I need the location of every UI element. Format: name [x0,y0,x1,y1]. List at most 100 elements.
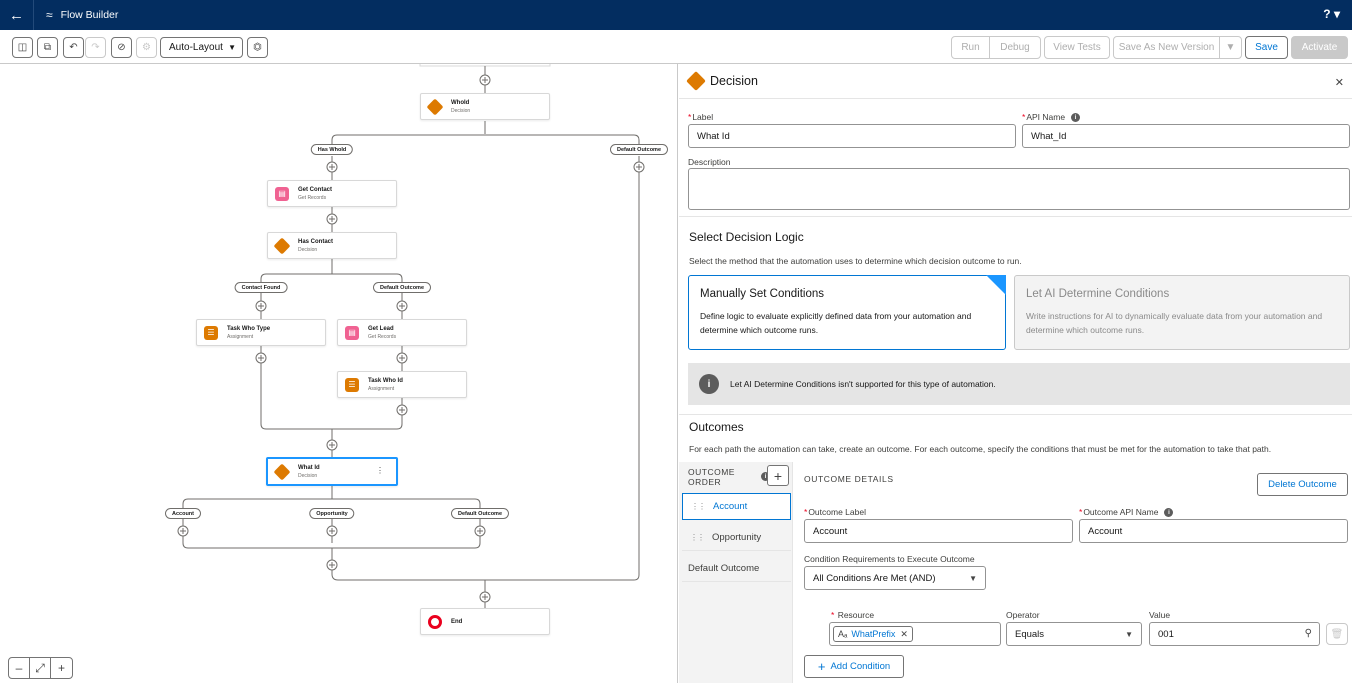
chevron-down-icon: ▼ [1125,630,1133,639]
outcome-order-list: OUTCOME ORDER i + ⋮⋮ Account ⋮⋮ Opportunit… [679,462,793,683]
node-title: Task Who Type [227,325,271,332]
notice-text: Let AI Determine Conditions isn't suppor… [730,379,996,389]
close-icon[interactable]: ✕ [1335,76,1344,89]
node-task-who-id[interactable]: ☰ Task Who Id Assignment [337,371,467,398]
node-get-lead[interactable]: ▤ Get Lead Get Records [337,319,467,346]
info-icon[interactable]: i [1164,508,1174,518]
outcome-item-account[interactable]: ⋮⋮ Account [682,493,791,520]
chevron-down-icon: ▼ [228,43,236,52]
layout-select[interactable]: Auto-Layout ▼ [160,37,243,58]
node-title: Task Who Id [368,377,403,384]
node-title: What Id [298,464,320,471]
branch-label: Default Outcome [372,282,432,293]
node-has-contact[interactable]: Has Contact Decision [267,232,397,259]
fit-view-icon[interactable]: ⤢ [30,658,51,678]
debug-button[interactable]: Debug [989,36,1041,59]
api-name-input[interactable]: What_Id [1022,124,1350,148]
zoom-controls: – ⤢ + [8,657,73,679]
card-title: Manually Set Conditions [700,288,825,300]
panel-title: Decision [710,74,758,88]
search-icon[interactable]: ⚲ [1305,628,1312,639]
zoom-in-icon[interactable]: + [51,658,72,678]
label-input[interactable]: What Id [688,124,1016,148]
help-menu[interactable]: ? ▾ [1323,7,1340,21]
settings-icon[interactable]: ⚙ [136,37,157,58]
resource-input[interactable]: Aₐ WhatPrefix ✕ [829,622,1001,646]
run-button[interactable]: Run [951,36,990,59]
node-what-id[interactable]: What Id Decision ⋮ [266,457,398,486]
undo-icon[interactable]: ↶ [63,37,84,58]
selected-corner [986,275,1006,295]
end-icon [428,614,442,629]
outcome-label-label: *Outcome Label [804,507,866,517]
node-type: Decision [451,107,471,114]
back-arrow-icon[interactable]: ← [0,0,34,30]
resource-chip[interactable]: Aₐ WhatPrefix ✕ [833,626,913,642]
node-title: End [451,618,463,625]
outcome-label-input[interactable]: Account [804,519,1073,543]
node-get-contact[interactable]: ▤ Get Contact Get Records [267,180,397,207]
outcome-order-header: OUTCOME ORDER [688,467,735,487]
chevron-down-icon: ▼ [969,574,977,583]
decision-icon [686,71,706,91]
description-textarea[interactable] [688,168,1350,210]
activate-button[interactable]: Activate [1291,36,1348,59]
remove-icon[interactable]: ✕ [900,629,908,640]
drag-handle-icon[interactable]: ⋮⋮ [690,533,705,542]
manual-conditions-card[interactable]: Manually Set Conditions Define logic to … [688,275,1006,350]
info-icon[interactable]: i [1071,113,1081,123]
outcome-api-name-input[interactable]: Account [1079,519,1348,543]
save-menu-chevron-icon[interactable]: ▼ [1219,36,1242,59]
save-as-new-version-button[interactable]: Save As New Version [1113,36,1220,59]
get-records-icon: ▤ [275,186,289,201]
decision-logic-title: Select Decision Logic [689,230,804,244]
branch-label: Has WhoId [310,144,354,155]
api-name-field-label: *API Name i [1022,112,1081,123]
text-type-icon: Aₐ [838,629,848,639]
redo-icon[interactable]: ↷ [85,37,106,58]
add-outcome-button[interactable]: + [767,465,789,486]
outcomes-description: For each path the automation can take, c… [689,444,1272,454]
value-label: Value [1149,610,1171,620]
outcomes-title: Outcomes [689,420,744,434]
node-task-who-type[interactable]: ☰ Task Who Type Assignment [196,319,326,346]
node-whoid[interactable]: WhoId Decision [420,93,550,120]
divider [679,216,1352,217]
label-field-label: *Label [688,112,714,122]
flow-canvas[interactable]: WhoId Decision ▤ Get Contact Get Records H… [0,64,678,683]
zoom-out-icon[interactable]: – [9,658,30,678]
panel-header: Decision ✕ [679,64,1352,99]
node-type: Decision [298,472,318,479]
node-menu-icon[interactable]: ⋮ [376,466,384,475]
info-icon: i [699,374,719,394]
description-label: Description [688,157,731,167]
node-type: Assignment [227,333,254,340]
drag-handle-icon[interactable]: ⋮⋮ [691,502,706,511]
value-input[interactable]: 001 ⚲ [1149,622,1320,646]
ai-not-supported-notice: i Let AI Determine Conditions isn't supp… [688,363,1350,405]
copy-icon[interactable]: ⧉ [37,37,58,58]
operator-select[interactable]: Equals ▼ [1006,622,1142,646]
delete-condition-icon[interactable]: 🗑 [1326,623,1348,645]
condition-requirements-select[interactable]: All Conditions Are Met (AND) ▼ [804,566,986,590]
toolbar: ◫ ⧉ ↶ ↷ ⊘ ⚙ Auto-Layout ▼ ⏣ Run Debug Vie… [0,30,1352,64]
branch-label: Default Outcome [609,144,669,155]
node-end[interactable]: End [420,608,550,635]
outcome-item-default[interactable]: Default Outcome [682,555,791,582]
node-type: Get Records [368,333,397,340]
delete-outcome-button[interactable]: Delete Outcome [1257,473,1348,496]
add-condition-button[interactable]: + Add Condition [804,655,904,678]
view-tests-button[interactable]: View Tests [1044,36,1110,59]
outcome-api-name-label: *Outcome API Name i [1079,507,1174,518]
node-type: Decision [298,246,318,253]
cancel-icon[interactable]: ⊘ [111,37,132,58]
get-records-icon: ▤ [345,325,359,340]
lock-icon[interactable]: ⏣ [247,37,268,58]
save-button[interactable]: Save [1245,36,1288,59]
outcome-item-opportunity[interactable]: ⋮⋮ Opportunity [682,524,791,551]
ai-conditions-card[interactable]: Let AI Determine Conditions Write instru… [1014,275,1350,350]
toggle-toolbox-icon[interactable]: ◫ [12,37,33,58]
node-type: Get Records [298,194,327,201]
node-type: Assignment [368,385,395,392]
card-description: Define logic to evaluate explicitly defi… [700,311,972,335]
